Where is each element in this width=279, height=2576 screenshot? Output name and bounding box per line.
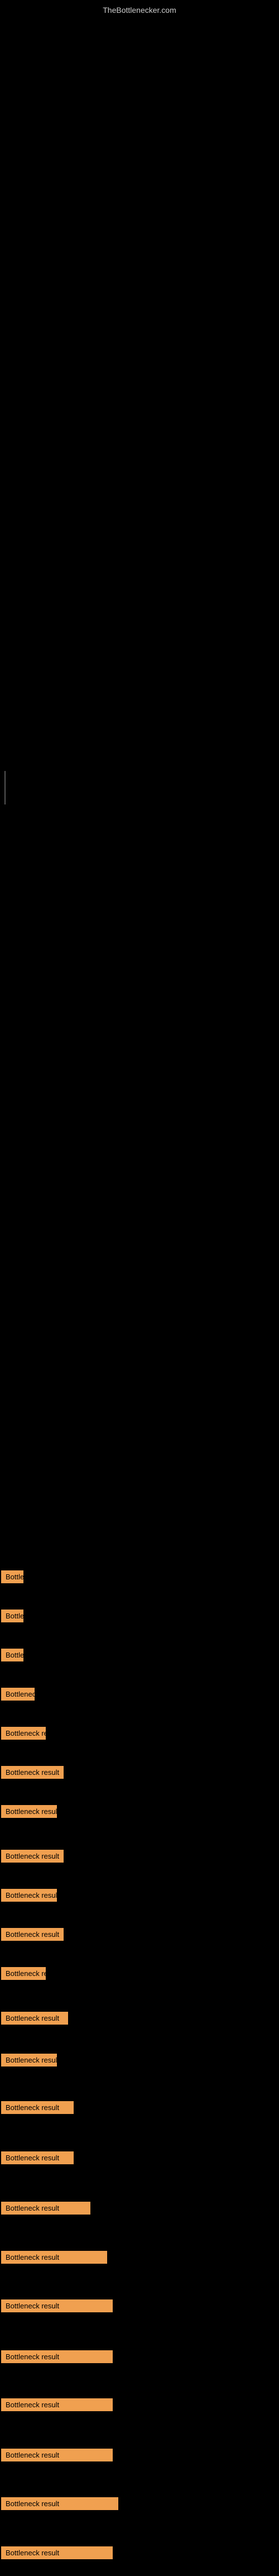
bottleneck-item: Bottleneck result: [1, 1649, 23, 1664]
bottleneck-label: Bottleneck result: [1, 1928, 64, 1941]
bottleneck-label: Bottleneck result: [1, 2251, 107, 2264]
bottleneck-label: Bottleneck result: [1, 1688, 35, 1701]
bottleneck-label: Bottleneck result: [1, 2012, 68, 2025]
bottleneck-item: Bottleneck result: [1, 1688, 35, 1703]
bottleneck-item: Bottleneck result: [1, 1850, 64, 1863]
bottleneck-label: Bottleneck result: [1, 1850, 64, 1863]
bottleneck-label: Bottleneck result: [1, 1805, 57, 1818]
bottleneck-label: Bottleneck result: [1, 2299, 113, 2312]
bottleneck-item: Bottleneck result: [1, 2449, 113, 2464]
chart-area: [0, 17, 279, 788]
bottleneck-label: Bottleneck result: [1, 1570, 23, 1583]
bottleneck-label: Bottleneck result: [1, 2202, 90, 2215]
bottleneck-item: Bottleneck result: [1, 2350, 113, 2366]
bottleneck-label: Bottleneck result: [1, 2054, 57, 2066]
bottleneck-item: Bottleneck result: [1, 1766, 64, 1779]
bottleneck-item: Bottleneck result: [1, 1570, 23, 1586]
bottleneck-label: Bottleneck result: [1, 2101, 74, 2114]
bottleneck-item: Bottleneck result: [1, 1610, 23, 1625]
bottleneck-item: Bottleneck result: [1, 2546, 113, 2562]
bottleneck-label: Bottleneck result: [1, 2449, 113, 2461]
bottleneck-label: Bottleneck result: [1, 1649, 23, 1661]
bottleneck-item: Bottleneck result: [1, 2497, 118, 2513]
bottleneck-item: Bottleneck result: [1, 1967, 46, 1983]
bottleneck-label: Bottleneck result: [1, 1610, 23, 1622]
bottleneck-label: Bottleneck result: [1, 2546, 113, 2559]
bottleneck-label: Bottleneck result: [1, 1967, 46, 1980]
bottleneck-label: Bottleneck result: [1, 2350, 113, 2363]
bottleneck-label: Bottleneck result: [1, 1727, 46, 1740]
bottleneck-label: Bottleneck result: [1, 1766, 64, 1779]
bottleneck-item: Bottleneck result: [1, 2054, 57, 2069]
bottleneck-label: Bottleneck result: [1, 2398, 113, 2411]
bottleneck-item: Bottleneck result: [1, 1805, 57, 1821]
bottleneck-item: Bottleneck result: [1, 1889, 57, 1904]
bottleneck-item: Bottleneck result: [1, 2299, 113, 2315]
site-header: TheBottlenecker.com: [0, 0, 279, 17]
bottleneck-label: Bottleneck result: [1, 2151, 74, 2164]
bottleneck-item: Bottleneck result: [1, 2151, 74, 2167]
bottleneck-label: Bottleneck result: [1, 2497, 118, 2510]
bottleneck-item: Bottleneck result: [1, 2202, 90, 2217]
bottleneck-item: Bottleneck result: [1, 2012, 68, 2027]
bottleneck-item: Bottleneck result: [1, 1928, 64, 1941]
bottleneck-item: Bottleneck result: [1, 1727, 46, 1742]
site-title: TheBottlenecker.com: [0, 0, 279, 17]
bottleneck-item: Bottleneck result: [1, 2101, 74, 2117]
bottleneck-item: Bottleneck result: [1, 2398, 113, 2414]
bottleneck-label: Bottleneck result: [1, 1889, 57, 1902]
bottleneck-item: Bottleneck result: [1, 2251, 107, 2267]
